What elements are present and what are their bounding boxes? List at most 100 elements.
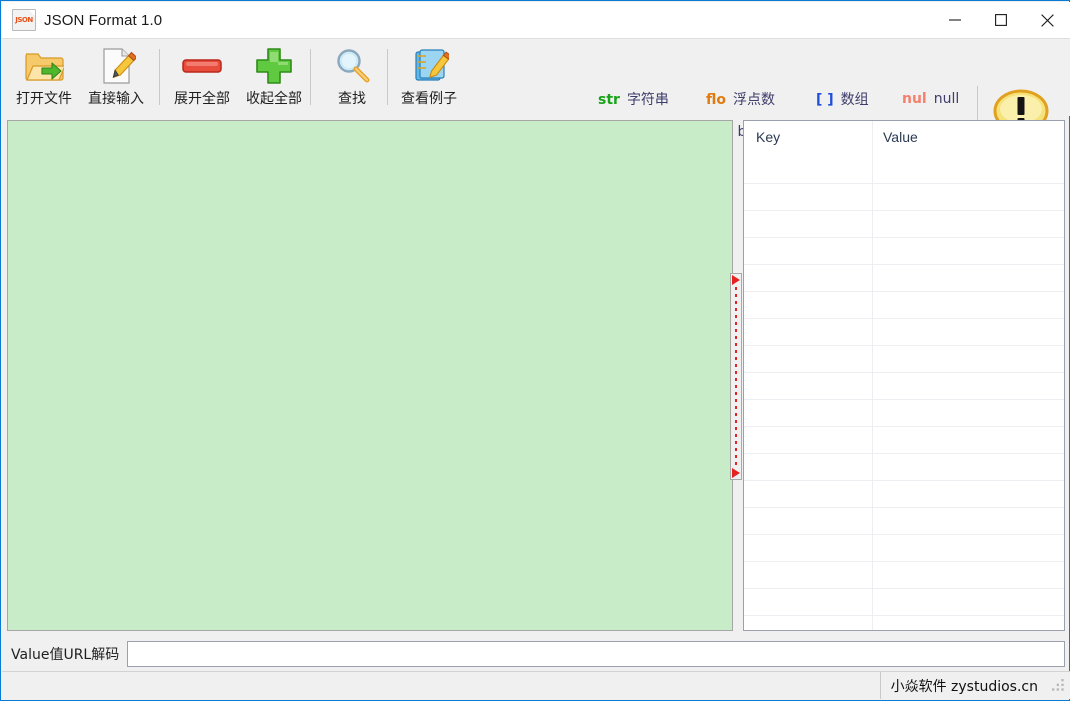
grid-header-divider [872, 157, 873, 193]
row-key [744, 481, 872, 507]
toolbar-group-example: 查看例子 [393, 39, 465, 116]
toolbar-group-file: 打开文件 直接输入 [8, 39, 152, 116]
row-key [744, 535, 872, 561]
expand-all-label: 展开全部 [174, 88, 230, 108]
row-key [744, 589, 872, 615]
splitter-arrow-top-icon [732, 275, 740, 285]
resize-grip-icon[interactable] [1052, 679, 1066, 693]
expand-plus-icon [254, 45, 294, 87]
expand-all-button[interactable]: 展开全部 [166, 39, 238, 113]
table-row[interactable] [744, 427, 1064, 454]
status-brand-cell: 小焱软件 zystudios.cn [880, 672, 1046, 699]
edit-document-icon [96, 45, 136, 87]
row-key [744, 265, 872, 291]
close-button[interactable] [1024, 2, 1070, 38]
icon-fold [29, 10, 35, 16]
legend-tag-null: nul [902, 91, 927, 107]
row-key [744, 292, 872, 318]
table-row[interactable] [744, 373, 1064, 400]
legend-item-flo: flo 浮点数 [706, 89, 816, 109]
table-row[interactable] [744, 589, 1064, 616]
toolbar-separator-1 [159, 49, 160, 105]
table-row[interactable] [744, 211, 1064, 238]
row-key [744, 157, 872, 183]
collapse-all-button[interactable]: 收起全部 [238, 39, 310, 113]
row-value [872, 535, 1064, 561]
status-text: 小焱软件 zystudios.cn [891, 676, 1038, 696]
legend-tag-flo: flo [706, 92, 726, 108]
grid-rows [744, 157, 1064, 631]
row-value [872, 481, 1064, 507]
row-value [872, 616, 1064, 631]
row-key [744, 184, 872, 210]
row-value [872, 373, 1064, 399]
legend-name-array: 数组 [841, 89, 869, 109]
toolbar-group-search: 查找 [316, 39, 388, 116]
row-key [744, 211, 872, 237]
open-file-button[interactable]: 打开文件 [8, 39, 80, 113]
table-row[interactable] [744, 616, 1064, 631]
title-bar: JSON JSON Format 1.0 [2, 2, 1070, 38]
table-row[interactable] [744, 319, 1064, 346]
maximize-button[interactable] [978, 2, 1024, 38]
row-value [872, 319, 1064, 345]
legend-name-flo: 浮点数 [733, 89, 775, 109]
row-key [744, 616, 872, 631]
url-decode-label: Value值URL解码 [7, 644, 127, 664]
key-value-grid[interactable]: Key Value [743, 120, 1065, 631]
direct-input-label: 直接输入 [88, 88, 144, 108]
notebook-pencil-icon [409, 45, 449, 87]
collapse-all-label: 收起全部 [246, 88, 302, 108]
table-row[interactable] [744, 238, 1064, 265]
table-row[interactable] [744, 481, 1064, 508]
legend-item-array: [ ] 数组 [816, 89, 902, 109]
url-decode-row: Value值URL解码 [7, 639, 1065, 669]
table-row[interactable] [744, 400, 1064, 427]
table-row[interactable] [744, 562, 1064, 589]
status-bar: 小焱软件 zystudios.cn [2, 671, 1070, 699]
table-row[interactable] [744, 292, 1064, 319]
toolbar: 打开文件 直接输入 [2, 38, 1070, 116]
grid-column-value[interactable]: Value [872, 121, 1064, 157]
grid-column-key[interactable]: Key [744, 121, 872, 157]
row-key [744, 400, 872, 426]
table-row[interactable] [744, 508, 1064, 535]
json-file-icon: JSON [12, 9, 36, 31]
row-value [872, 589, 1064, 615]
window-title: JSON Format 1.0 [44, 12, 162, 29]
search-label: 查找 [338, 88, 366, 108]
table-row[interactable] [744, 346, 1064, 373]
row-key [744, 373, 872, 399]
row-value [872, 184, 1064, 210]
row-value [872, 211, 1064, 237]
toolbar-separator-3 [387, 49, 388, 105]
row-value [872, 427, 1064, 453]
row-value [872, 508, 1064, 534]
view-example-button[interactable]: 查看例子 [393, 39, 465, 113]
legend-tag-str: str [598, 92, 620, 108]
search-button[interactable]: 查找 [316, 39, 388, 113]
row-value [872, 562, 1064, 588]
collapse-bar-icon [181, 45, 223, 87]
row-key [744, 238, 872, 264]
minimize-icon [949, 14, 961, 26]
table-row[interactable] [744, 157, 1064, 184]
row-value [872, 346, 1064, 372]
app-window: JSON JSON Format 1.0 [0, 0, 1070, 701]
direct-input-button[interactable]: 直接输入 [80, 39, 152, 113]
json-editor-panel[interactable] [7, 120, 733, 631]
url-decode-input[interactable] [127, 641, 1065, 667]
table-row[interactable] [744, 184, 1064, 211]
table-row[interactable] [744, 535, 1064, 562]
legend-item-str: str 字符串 [598, 89, 706, 109]
panel-splitter[interactable] [730, 273, 742, 480]
toolbar-separator-2 [310, 49, 311, 105]
table-row[interactable] [744, 454, 1064, 481]
open-folder-icon [24, 45, 64, 87]
view-example-label: 查看例子 [401, 88, 457, 108]
minimize-button[interactable] [932, 2, 978, 38]
table-row[interactable] [744, 265, 1064, 292]
row-key [744, 427, 872, 453]
row-value [872, 292, 1064, 318]
open-file-label: 打开文件 [16, 88, 72, 108]
